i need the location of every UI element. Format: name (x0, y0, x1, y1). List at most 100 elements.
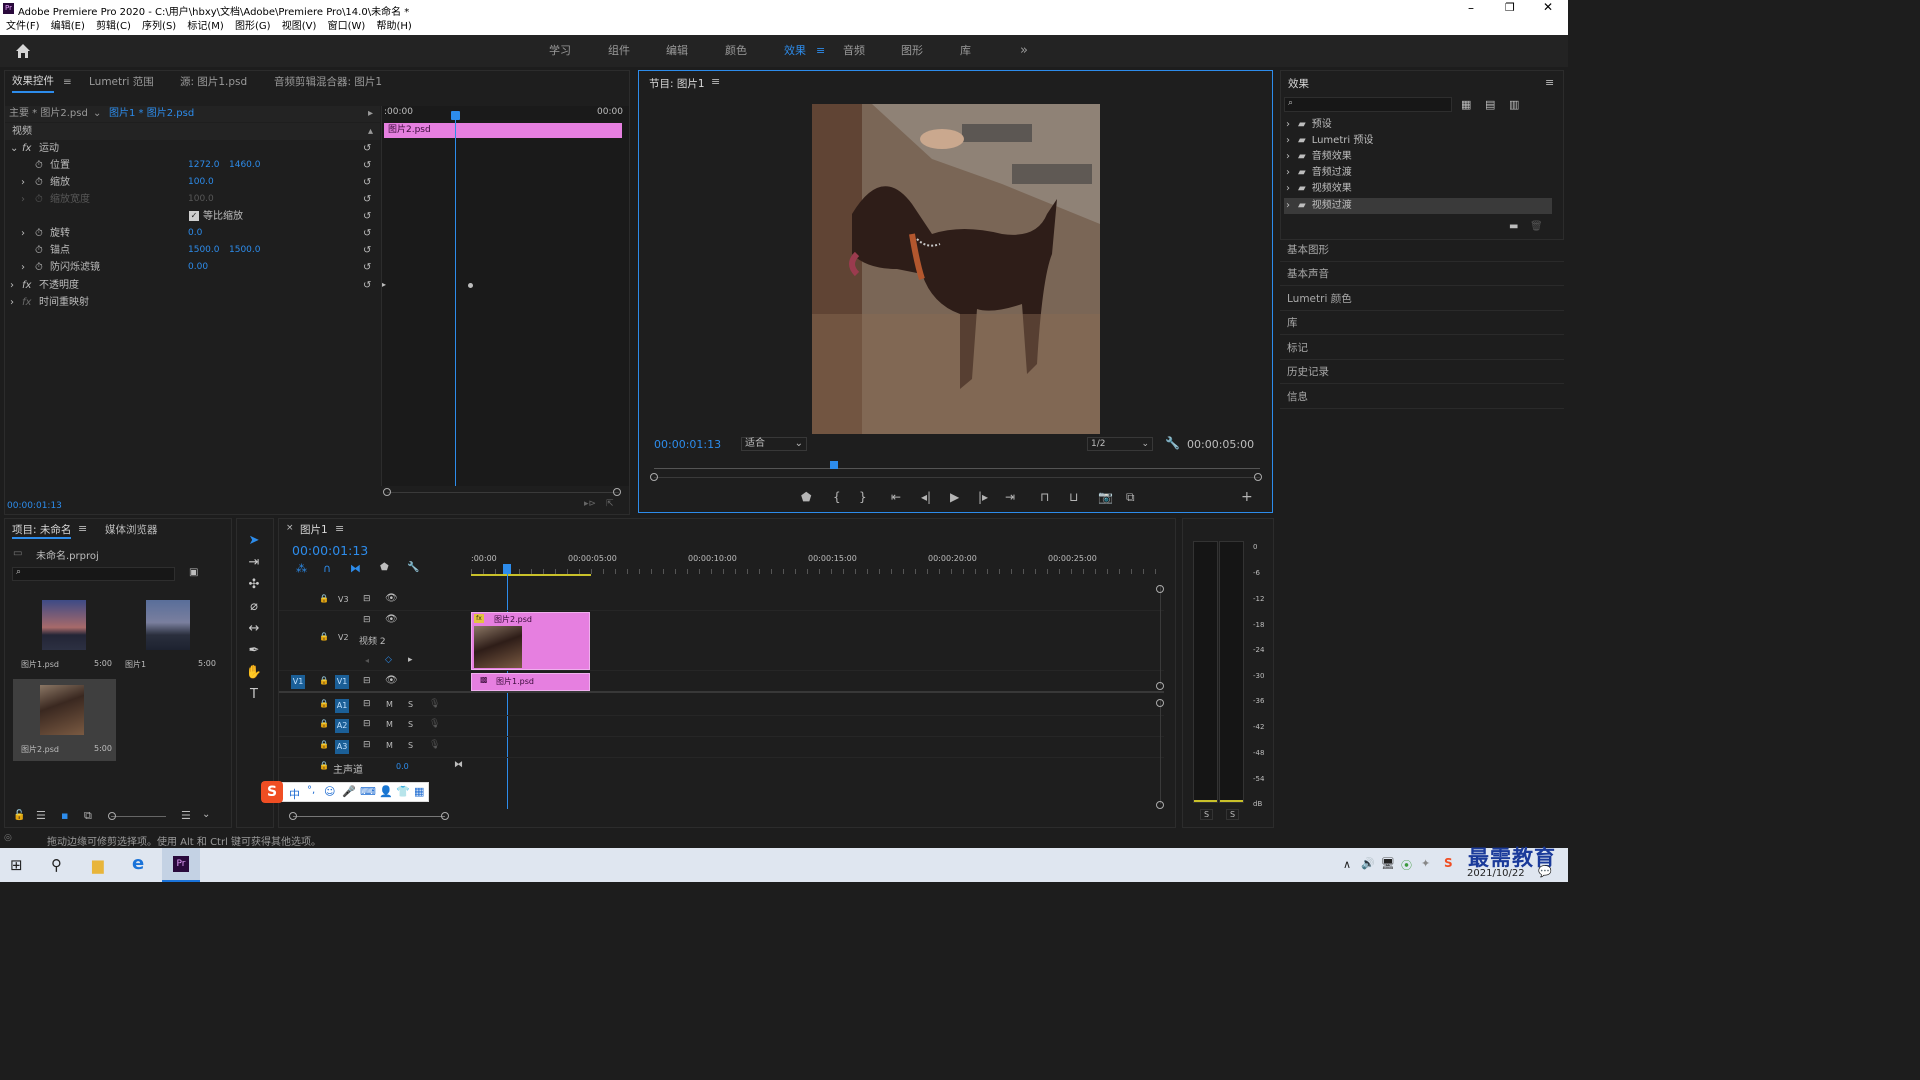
effect-row-uniform-scale[interactable]: ✓ 等比缩放 ↺ (5, 208, 380, 225)
timeline-ruler[interactable]: :00:00 00:00:05:00 00:00:10:00 00:00:15:… (471, 551, 1161, 577)
effects-menu-icon[interactable]: ≡ (1545, 76, 1554, 89)
stopwatch-icon[interactable]: ⏱ (35, 174, 43, 191)
go-to-in-icon[interactable]: ⇤ (891, 490, 901, 504)
reset-icon[interactable]: ↺ (363, 140, 371, 157)
reset-icon[interactable]: ↺ (363, 208, 371, 225)
chevron-down-icon[interactable]: ⌄ (202, 809, 210, 820)
clip-dropdown-icon[interactable]: ⌄ (93, 106, 101, 122)
tray-chevron-icon[interactable]: ∧ (1343, 858, 1351, 871)
windows-start-icon[interactable]: ⊞ (10, 856, 23, 874)
uniform-scale-checkbox[interactable]: ✓ (189, 211, 199, 221)
solo-button[interactable]: S (408, 720, 413, 729)
sync-icon[interactable]: ⊟ (363, 594, 371, 604)
volume-icon[interactable]: 🔊 (1361, 857, 1375, 870)
keyframe-dot[interactable] (468, 283, 473, 288)
effect-row-opacity[interactable]: › fx 不透明度 ↺ (5, 277, 380, 294)
tab-lumetri-scopes[interactable]: Lumetri 范围 (89, 71, 154, 93)
user-icon[interactable]: 👤 (379, 785, 393, 798)
scroll-handle[interactable] (441, 812, 449, 820)
mark-out-icon[interactable]: } (859, 490, 867, 504)
timeline-close-icon[interactable]: × (286, 523, 294, 533)
accelerated-effects-icon[interactable]: ▦ (1461, 98, 1471, 111)
clip-v1[interactable]: ▩ 图片1.psd (471, 673, 590, 691)
sync-icon[interactable]: ⊟ (363, 719, 371, 729)
workspace-effects[interactable]: 效果 (784, 35, 806, 67)
mini-clip-bar[interactable]: 图片2.psd (384, 123, 622, 138)
icon-view-icon[interactable]: ▪ (61, 809, 68, 822)
razor-tool-icon[interactable]: ⌀ (244, 597, 264, 617)
effects-item-lumetri-presets[interactable]: › ▰ Lumetri 预设 (1284, 133, 1552, 149)
timeline-timecode[interactable]: 00:00:01:13 (292, 543, 368, 558)
project-item-2[interactable]: 图片1 5:00 (117, 595, 220, 675)
scale-value[interactable]: 100.0 (188, 174, 214, 191)
prev-keyframe-icon[interactable]: ◂ (365, 656, 369, 665)
eye-icon[interactable]: 👁 (385, 675, 398, 686)
expand-icon[interactable]: › (21, 259, 25, 276)
mic-icon[interactable]: 🎙 (429, 740, 440, 750)
tray-app-icon[interactable]: ⦿ (1401, 857, 1412, 873)
zoom-handle-right[interactable] (613, 488, 621, 496)
anchor-y-value[interactable]: 1500.0 (229, 242, 261, 259)
stopwatch-icon[interactable]: ⏱ (35, 259, 43, 276)
effects-item-audio-transitions[interactable]: › ▰ 音频过渡 (1284, 165, 1552, 181)
track-target-a1[interactable]: A1 (335, 699, 349, 713)
freeform-view-icon[interactable]: ⧉ (84, 809, 92, 823)
add-marker-icon[interactable]: ⬟ (801, 490, 811, 504)
tab-source[interactable]: 源: 图片1.psd (180, 71, 247, 93)
selection-tool-icon[interactable]: ➤ (244, 531, 264, 551)
mini-zoom-scroll[interactable] (383, 488, 621, 496)
section-essential-sound[interactable]: 基本声音 (1280, 262, 1564, 286)
expand-icon[interactable]: › (21, 174, 25, 191)
mark-in-icon[interactable]: { (833, 490, 841, 504)
lock-icon[interactable]: 🔒 (319, 740, 329, 749)
sync-icon[interactable]: ⊟ (363, 699, 371, 709)
sync-icon[interactable]: ⊟ (363, 740, 371, 750)
camera-icon[interactable]: 📷 (1098, 490, 1113, 504)
zoom-slider-handle[interactable] (108, 812, 116, 820)
tab-effect-controls-menu-icon[interactable]: ≡ (63, 71, 72, 93)
master-clip-label[interactable]: 主要 * 图片2.psd (9, 106, 88, 122)
program-scroll[interactable] (650, 473, 1262, 481)
effects-search-input[interactable]: ⌕ (1284, 97, 1452, 112)
taskbar-date[interactable]: 2021/10/22 (1467, 868, 1525, 879)
32bit-effects-icon[interactable]: ▤ (1485, 98, 1495, 111)
expand-icon[interactable]: › (10, 294, 14, 311)
fit-dropdown[interactable]: 适合 ⌄ (741, 437, 807, 451)
add-keyframe-icon[interactable]: ◇ (385, 655, 392, 665)
project-menu-icon[interactable]: ≡ (78, 522, 87, 535)
stopwatch-icon[interactable]: ⏱ (35, 242, 43, 259)
rotation-value[interactable]: 0.0 (188, 225, 202, 242)
new-bin-icon[interactable]: ▣ (189, 567, 198, 578)
effect-row-anti-flicker[interactable]: › ⏱ 防闪烁滤镜 0.00 ↺ (5, 259, 380, 276)
scroll-handle[interactable] (1156, 585, 1164, 593)
skin-icon[interactable]: 👕 (396, 785, 410, 798)
effects-item-video-transitions[interactable]: › ▰ 视频过渡 (1284, 198, 1552, 214)
workspace-assembly[interactable]: 组件 (608, 35, 630, 67)
workspace-learn[interactable]: 学习 (549, 35, 571, 67)
timeline-marker-icon[interactable]: ⬟ (380, 562, 389, 573)
program-video-frame[interactable] (812, 104, 1100, 434)
tab-project[interactable]: 项目: 未命名 (12, 522, 72, 539)
close-icon[interactable]: ✕ (1543, 0, 1553, 14)
scroll-handle[interactable] (289, 812, 297, 820)
wrench-icon[interactable]: 🔧 (1165, 436, 1180, 450)
fx-icon[interactable]: fx (22, 294, 31, 311)
add-button-icon[interactable]: + (1241, 489, 1253, 505)
section-history[interactable]: 历史记录 (1280, 360, 1564, 384)
anti-flicker-value[interactable]: 0.00 (188, 259, 208, 276)
expand-timeline-icon[interactable]: ▸ (368, 106, 373, 122)
source-patch-v1[interactable]: V1 (291, 675, 305, 689)
stopwatch-icon[interactable]: ⏱ (35, 225, 43, 242)
lock-icon[interactable]: 🔒 (319, 719, 329, 728)
stopwatch-icon[interactable]: ⏱ (35, 157, 43, 174)
solo-button[interactable]: S (408, 700, 413, 709)
linked-selection-icon[interactable]: ⧓ (350, 562, 361, 575)
sync-icon[interactable]: ⊟ (363, 615, 371, 625)
track-select-tool-icon[interactable]: ⇥ (244, 553, 264, 573)
go-to-end-icon[interactable]: ⧓ (454, 760, 463, 770)
program-current-timecode[interactable]: 00:00:01:13 (654, 438, 721, 451)
timeline-menu-icon[interactable]: ≡ (335, 522, 344, 535)
workspace-libraries[interactable]: 库 (960, 35, 971, 67)
voice-icon[interactable]: 🎤 (342, 785, 356, 798)
zoom-handle-left[interactable] (383, 488, 391, 496)
